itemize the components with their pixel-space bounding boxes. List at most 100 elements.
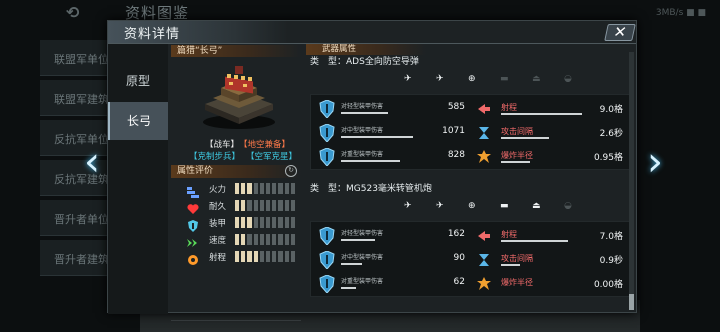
stat-value: 0.95格 <box>593 153 623 163</box>
background-category-item[interactable]: 联盟军建筑 <box>40 80 110 116</box>
scrollbar-thumb[interactable] <box>629 294 634 310</box>
helicopter-icon: ⊕ <box>468 74 476 84</box>
damage-row: 对重型装甲伤害 828 爆炸半径 0.95格 <box>319 146 631 168</box>
level-segment <box>247 251 252 262</box>
stat-bar <box>501 264 520 266</box>
damage-row: 对轻型装甲伤害 162 射程 7.0格 <box>319 225 631 247</box>
damage-bar <box>341 136 413 138</box>
stat-value: 2.6秒 <box>599 129 623 139</box>
background-category-item[interactable]: 联盟军单位 <box>40 40 110 76</box>
level-segment <box>272 200 277 211</box>
firepower-icon <box>187 183 199 198</box>
attribute-row: 速度 <box>187 233 297 247</box>
speed-icon <box>187 234 199 247</box>
level-segment <box>235 234 240 245</box>
level-segment <box>259 251 265 262</box>
stat-label: 攻击间隔 <box>501 254 533 263</box>
weapon-scrollbar[interactable] <box>629 52 634 310</box>
background-category-item[interactable]: 晋升者建筑 <box>40 240 110 276</box>
ship-icon: ⏏ <box>532 201 541 211</box>
damage-row: 对中型装甲伤害 1071 攻击间隔 2.6秒 <box>319 122 631 144</box>
stat-bar <box>501 161 530 163</box>
tab-prototype[interactable]: 原型 <box>108 62 168 100</box>
damage-label: 对中型装甲伤害 <box>341 127 384 134</box>
refresh-icon[interactable]: ↻ <box>285 165 297 177</box>
attribute-label: 火力 <box>209 185 227 195</box>
damage-value: 828 <box>447 150 465 160</box>
target-types: ✈ ✈ ⊕ ▬ ⏏ ◒ <box>404 201 572 213</box>
detail-dialog: 资料详情 ✕ 原型 长弓 篇猎“长弓” 【战车】 【地空兼备】 【克制步兵】 【… <box>107 20 637 321</box>
tag-ground-air: 【地空兼备】 <box>239 140 291 150</box>
variant-tabs: 原型 长弓 <box>108 44 168 314</box>
attribute-row: 火力 <box>187 182 297 198</box>
level-segment <box>266 234 271 245</box>
attribute-row: 射程 <box>187 250 297 265</box>
jet-icon: ✈ <box>436 201 444 211</box>
attribute-header: 属性评价 <box>171 165 301 178</box>
stat-value: 9.0格 <box>599 105 623 115</box>
level-segment <box>290 200 296 211</box>
level-segment <box>259 183 265 194</box>
attribute-level-bar <box>235 234 296 245</box>
armor-shield-icon <box>319 123 335 143</box>
stat-value: 0.9秒 <box>599 256 623 266</box>
stat-label: 爆炸半径 <box>501 151 533 160</box>
damage-value: 162 <box>447 229 465 239</box>
level-segment <box>259 200 265 211</box>
tag-air-killer: 【空军克星】 <box>246 152 298 162</box>
damage-row: 对中型装甲伤害 90 攻击间隔 0.9秒 <box>319 249 631 271</box>
prev-arrow-icon[interactable]: ‹ <box>78 140 106 188</box>
attribute-level-bar <box>235 217 296 228</box>
level-segment <box>278 183 283 194</box>
level-segment <box>266 183 271 194</box>
plane-icon: ✈ <box>404 74 412 84</box>
tab-longbow[interactable]: 长弓 <box>108 102 168 140</box>
stat-bar <box>501 240 568 242</box>
level-segment <box>253 234 258 245</box>
tag-vehicle: 【战车】 <box>205 140 240 150</box>
attribute-level-bar <box>235 251 296 262</box>
ship-icon: ⏏ <box>532 74 541 84</box>
level-segment <box>259 234 265 245</box>
level-segment <box>241 183 246 194</box>
next-arrow-icon[interactable]: › <box>641 140 669 188</box>
level-segment <box>278 217 283 228</box>
level-segment <box>284 251 289 262</box>
damage-label: 对中型装甲伤害 <box>341 254 384 261</box>
tag-counter-infantry: 【克制步兵】 <box>189 152 241 162</box>
attribute-level-bar <box>235 183 296 194</box>
weapon-panel: 武器属性 类 型：ADS全向防空导弹 ✈ ✈ ⊕ ▬ ⏏ ◒ 对轻型装甲伤害 585 射程 9.0格… <box>306 44 636 314</box>
range-stat-icon <box>477 101 491 115</box>
tank-unit-image <box>203 66 275 129</box>
stat-label: 射程 <box>501 230 517 239</box>
unit-panel-divider <box>171 320 301 321</box>
stat-value: 7.0格 <box>599 232 623 242</box>
close-button[interactable]: ✕ <box>604 23 636 41</box>
damage-value: 1071 <box>442 126 465 136</box>
attribute-label: 耐久 <box>209 202 227 212</box>
stat-value: 0.00格 <box>593 280 623 290</box>
armor-shield-icon <box>319 274 335 294</box>
damage-bar <box>341 160 400 162</box>
tank-icon: ▬ <box>500 74 509 84</box>
back-icon[interactable]: ⟲ <box>66 3 100 22</box>
level-segment <box>272 183 277 194</box>
background-category-item[interactable]: 晋升者单位 <box>40 200 110 236</box>
hourglass-icon <box>477 252 491 266</box>
level-segment <box>253 183 258 194</box>
level-segment <box>266 217 271 228</box>
range-icon <box>187 251 199 265</box>
damage-value: 90 <box>453 253 465 263</box>
armor-shield-icon <box>319 99 335 119</box>
range-stat-icon <box>477 228 491 242</box>
level-segment <box>247 183 252 194</box>
level-segment <box>247 217 252 228</box>
attribute-row: 装甲 <box>187 216 297 232</box>
level-segment <box>253 217 258 228</box>
level-segment <box>235 251 240 262</box>
damage-bar <box>341 239 375 241</box>
weapon-type-label: 类 型： <box>310 184 347 194</box>
level-segment <box>235 183 240 194</box>
level-segment <box>290 183 296 194</box>
unit-panel: 篇猎“长弓” 【战车】 【地空兼备】 【克制步兵】 【空军克星】 属性评价 ↻ … <box>171 44 301 321</box>
